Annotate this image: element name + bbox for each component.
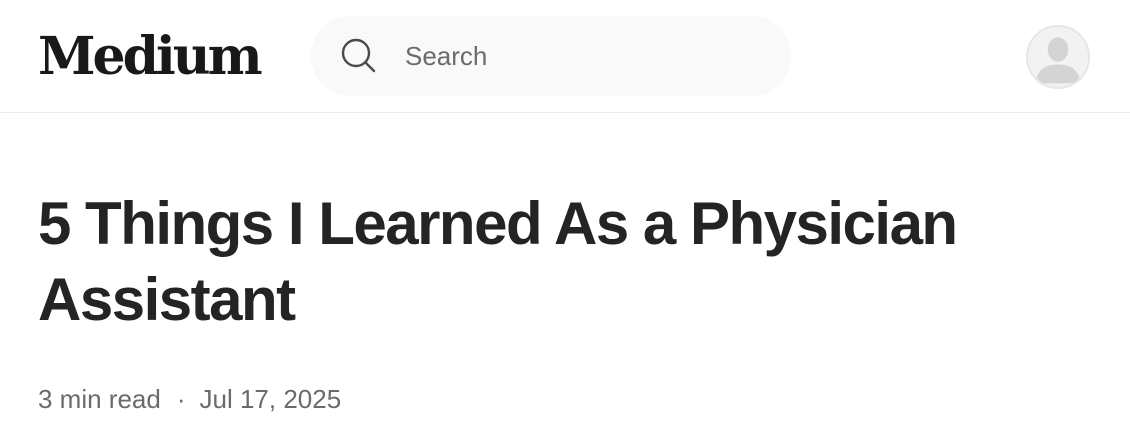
article-title: 5 Things I Learned As a Physician Assist… bbox=[38, 190, 958, 333]
article-meta: 3 min read · Jul 17, 2025 bbox=[38, 384, 341, 415]
medium-logo[interactable]: Medium bbox=[38, 26, 263, 88]
search-input[interactable] bbox=[405, 38, 765, 74]
avatar[interactable] bbox=[1026, 25, 1090, 89]
search-icon[interactable] bbox=[339, 36, 379, 76]
top-nav: Medium bbox=[0, 0, 1130, 113]
user-placeholder-icon bbox=[1028, 27, 1088, 87]
meta-separator: · bbox=[176, 384, 186, 414]
read-time: 3 min read bbox=[38, 384, 161, 414]
search-bar[interactable] bbox=[311, 16, 791, 96]
publish-date: Jul 17, 2025 bbox=[199, 384, 342, 414]
